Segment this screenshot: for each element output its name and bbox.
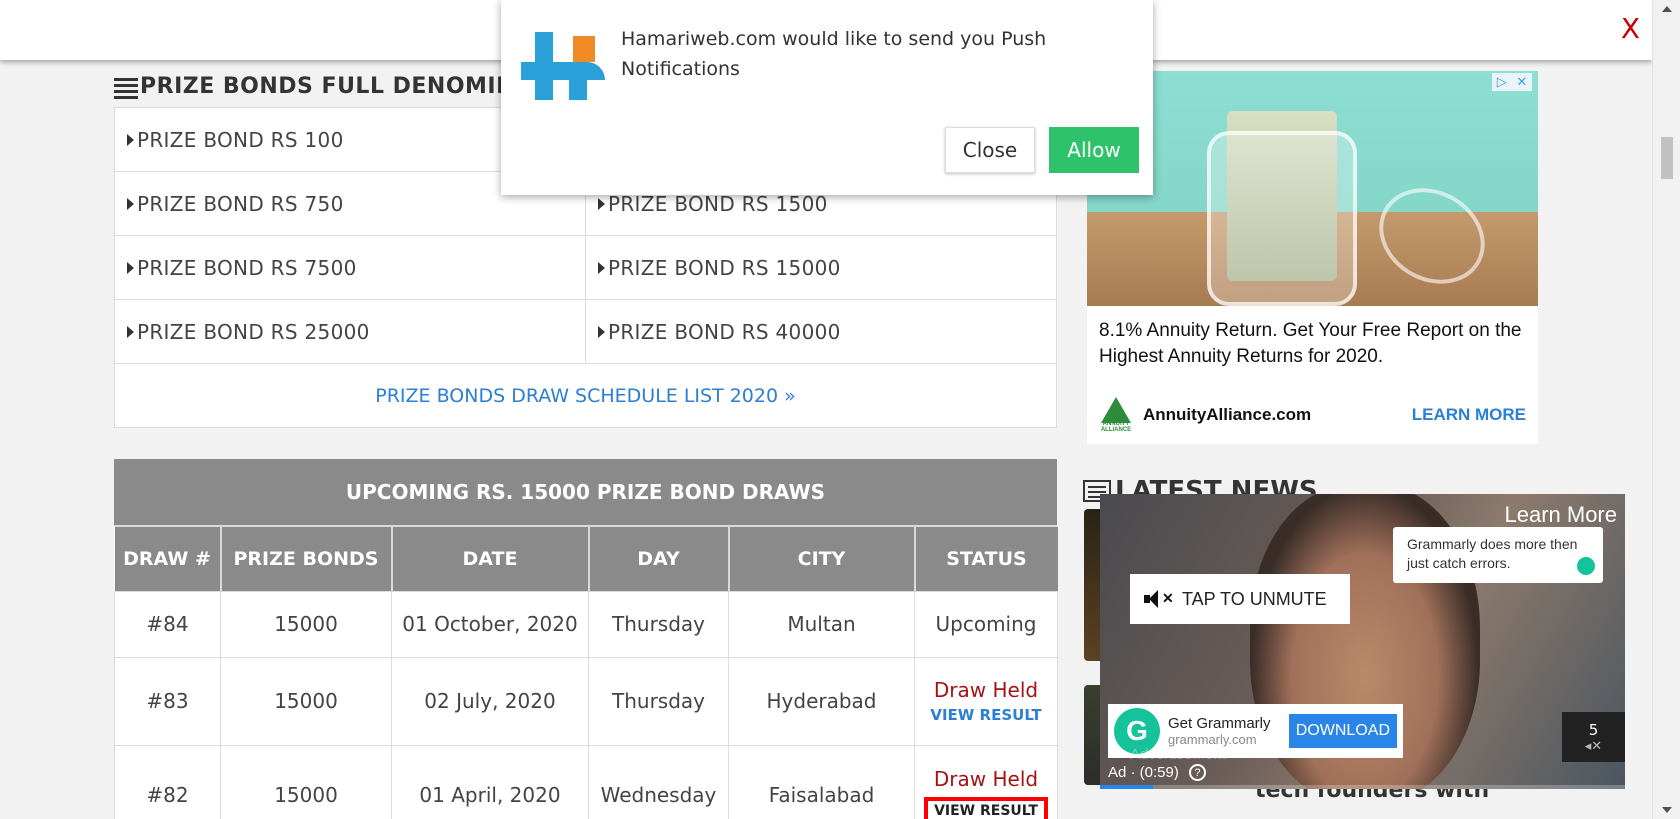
annuity-logo-icon: ANNUITY ALLIANCE bbox=[1099, 397, 1133, 433]
ad-copy[interactable]: 8.1% Annuity Return. Get Your Free Repor… bbox=[1087, 306, 1538, 370]
view-result-link[interactable]: VIEW RESULT bbox=[915, 706, 1057, 724]
status-badge: Upcoming bbox=[914, 590, 1058, 658]
draw-day: Thursday bbox=[588, 590, 729, 658]
denominations-title: PRIZE BONDS FULL DENOMINA bbox=[140, 74, 533, 99]
push-notification-dialog: Hamariweb.com would like to send you Pus… bbox=[501, 0, 1153, 195]
table-row: #84 15000 01 October, 2020 Thursday Mult… bbox=[114, 590, 1058, 658]
draw-city: Multan bbox=[728, 590, 915, 658]
adchoices-icon[interactable]: ▷ ✕ bbox=[1492, 73, 1532, 91]
bond-value: 15000 bbox=[220, 590, 392, 658]
col-city: CITY bbox=[728, 527, 916, 591]
advertisement-label: Advertisement bbox=[1130, 746, 1226, 763]
caret-right-icon bbox=[598, 325, 605, 338]
video-learn-more[interactable]: Learn More bbox=[1504, 502, 1617, 528]
status-cell: Draw Held VIEW RESULT bbox=[914, 744, 1058, 819]
ad-footer: ANNUITY ALLIANCE AnnuityAlliance.com LEA… bbox=[1099, 394, 1526, 436]
allow-button[interactable]: Allow bbox=[1049, 127, 1139, 173]
col-status: STATUS bbox=[914, 527, 1058, 591]
annuity-ad[interactable]: ▷ ✕ 8.1% Annuity Return. Get Your Free Re… bbox=[1087, 71, 1538, 444]
scroll-thumb[interactable] bbox=[1661, 137, 1673, 179]
denom-link[interactable]: PRIZE BOND RS 25000 bbox=[115, 300, 585, 363]
caret-right-icon bbox=[127, 197, 134, 210]
draw-number: #84 bbox=[114, 590, 221, 658]
video-progress[interactable] bbox=[1100, 785, 1625, 789]
status-badge: Draw Held bbox=[933, 678, 1039, 702]
money-jar-image[interactable]: ▷ ✕ bbox=[1087, 71, 1538, 306]
download-button[interactable]: DOWNLOAD bbox=[1288, 714, 1397, 748]
close-bar-button[interactable]: X bbox=[1621, 12, 1640, 45]
draw-date: 01 October, 2020 bbox=[391, 590, 589, 658]
lid-shape bbox=[1361, 169, 1503, 303]
mute-icon[interactable]: ◂✕ bbox=[1585, 739, 1602, 754]
table-row: #83 15000 02 July, 2020 Thursday Hyderab… bbox=[114, 656, 1058, 746]
scroll-down-arrow[interactable] bbox=[1662, 807, 1672, 813]
help-icon[interactable]: ? bbox=[1188, 764, 1206, 781]
ad-brand[interactable]: ANNUITY ALLIANCE AnnuityAlliance.com bbox=[1099, 397, 1311, 433]
bond-value: 15000 bbox=[220, 656, 392, 746]
col-bonds: PRIZE BONDS bbox=[220, 527, 393, 591]
push-message: Hamariweb.com would like to send you Pus… bbox=[621, 28, 1047, 80]
draw-day: Thursday bbox=[588, 656, 729, 746]
ad-brand-name[interactable]: AnnuityAlliance.com bbox=[1143, 405, 1311, 425]
status-badge: Draw Held bbox=[933, 767, 1039, 791]
draws-table: UPCOMING RS. 15000 PRIZE BOND DRAWS DRAW… bbox=[114, 459, 1058, 819]
grammarly-url: grammarly.com bbox=[1168, 732, 1257, 747]
scroll-up-arrow[interactable] bbox=[1662, 6, 1672, 12]
ad-bubble: Grammarly does more then just catch erro… bbox=[1393, 527, 1603, 583]
speaker-muted-icon: ✕ bbox=[1144, 590, 1174, 608]
unmute-button[interactable]: ✕ TAP TO UNMUTE bbox=[1130, 574, 1350, 624]
grammarly-dot-icon bbox=[1577, 557, 1595, 575]
draw-date: 02 July, 2020 bbox=[391, 656, 589, 746]
list-icon bbox=[114, 77, 138, 99]
draw-number: #82 bbox=[114, 744, 221, 819]
schedule-link[interactable]: PRIZE BONDS DRAW SCHEDULE LIST 2020 » bbox=[115, 364, 1056, 427]
caret-right-icon bbox=[598, 261, 605, 274]
draw-date: 01 April, 2020 bbox=[391, 744, 589, 819]
view-result-link[interactable]: VIEW RESULT bbox=[924, 797, 1048, 819]
denom-link[interactable]: PRIZE BOND RS 40000 bbox=[585, 300, 1056, 363]
denominations-heading: PRIZE BONDS FULL DENOMINA bbox=[114, 74, 533, 99]
draw-day: Wednesday bbox=[588, 744, 729, 819]
caret-right-icon bbox=[127, 261, 134, 274]
draw-city: Faisalabad bbox=[728, 744, 915, 819]
hamariweb-logo-icon bbox=[521, 32, 605, 104]
status-cell: Draw Held VIEW RESULT bbox=[914, 656, 1058, 746]
close-button[interactable]: Close bbox=[945, 127, 1035, 173]
col-day: DAY bbox=[588, 527, 730, 591]
denom-row: PRIZE BOND RS 7500 PRIZE BOND RS 15000 bbox=[115, 236, 1056, 300]
caret-right-icon bbox=[127, 133, 134, 146]
page-scrollbar[interactable] bbox=[1652, 0, 1680, 819]
learn-more-link[interactable]: LEARN MORE bbox=[1412, 405, 1526, 425]
draws-title: UPCOMING RS. 15000 PRIZE BOND DRAWS bbox=[114, 459, 1057, 527]
draw-number: #83 bbox=[114, 656, 221, 746]
draw-city: Hyderabad bbox=[728, 656, 915, 746]
denom-link[interactable]: PRIZE BOND RS 7500 bbox=[115, 236, 585, 299]
col-draw: DRAW # bbox=[114, 527, 222, 591]
caret-right-icon bbox=[598, 197, 605, 210]
skip-countdown[interactable]: 5 ◂✕ bbox=[1562, 712, 1625, 762]
bond-value: 15000 bbox=[220, 744, 392, 819]
col-date: DATE bbox=[391, 527, 590, 591]
ad-timer: Ad · (0:59) ? bbox=[1108, 764, 1206, 781]
video-progress-fill bbox=[1100, 785, 1153, 789]
denom-row: PRIZE BOND RS 25000 PRIZE BOND RS 40000 bbox=[115, 300, 1056, 364]
video-ad[interactable]: Learn More Grammarly does more then just… bbox=[1100, 494, 1625, 789]
jar-shape bbox=[1207, 131, 1357, 306]
grammarly-title: Get Grammarly bbox=[1168, 715, 1271, 732]
denom-link[interactable]: PRIZE BOND RS 15000 bbox=[585, 236, 1056, 299]
table-row: #82 15000 01 April, 2020 Wednesday Faisa… bbox=[114, 744, 1058, 819]
caret-right-icon bbox=[127, 325, 134, 338]
draws-header-row: DRAW # PRIZE BONDS DATE DAY CITY STATUS bbox=[114, 527, 1058, 591]
